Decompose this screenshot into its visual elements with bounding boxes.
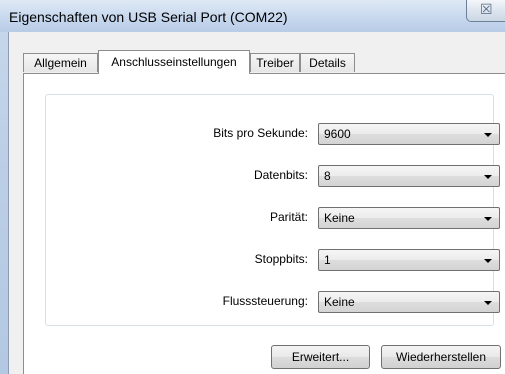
chevron-down-icon (484, 133, 492, 137)
close-icon: ☒ (480, 1, 493, 17)
flow-control-label: Flusssteuerung: (222, 294, 308, 308)
chevron-down-icon (484, 217, 492, 221)
title-bar[interactable]: Eigenschaften von USB Serial Port (COM22… (0, 0, 505, 32)
chevron-down-icon (484, 301, 492, 305)
restore-defaults-button[interactable]: Wiederherstellen (381, 345, 501, 369)
properties-window: Eigenschaften von USB Serial Port (COM22… (0, 0, 505, 374)
data-bits-label: Datenbits: (253, 168, 308, 182)
data-bits-value: 8 (324, 169, 331, 183)
parity-select[interactable]: Keine (318, 207, 500, 229)
port-settings-group: Bits pro Sekunde: 9600 Datenbits: 8 Pari… (45, 94, 500, 326)
stop-bits-value: 1 (324, 253, 331, 267)
chevron-down-icon (484, 259, 492, 263)
flow-control-select[interactable]: Keine (318, 291, 500, 313)
parity-label: Parität: (269, 210, 308, 224)
stop-bits-select[interactable]: 1 (318, 249, 500, 271)
advanced-button[interactable]: Erweitert... (271, 345, 370, 369)
chevron-down-icon (484, 175, 492, 179)
flow-control-value: Keine (324, 295, 355, 309)
window-title: Eigenschaften von USB Serial Port (COM22… (9, 9, 288, 25)
baud-rate-value: 9600 (324, 127, 351, 141)
stop-bits-label: Stoppbits: (254, 252, 308, 266)
tab-details[interactable]: Details (300, 53, 355, 72)
baud-rate-select[interactable]: 9600 (318, 123, 500, 145)
baud-rate-label: Bits pro Sekunde: (213, 126, 308, 140)
tab-anschlusseinstellungen[interactable]: Anschlusseinstellungen (98, 50, 250, 74)
parity-value: Keine (324, 211, 355, 225)
dialog-body: Allgemein Anschlusseinstellungen Treiber… (8, 32, 505, 374)
tab-allgemein[interactable]: Allgemein (23, 53, 98, 72)
tab-treiber[interactable]: Treiber (250, 53, 300, 72)
data-bits-select[interactable]: 8 (318, 165, 500, 187)
port-settings-panel: Bits pro Sekunde: 9600 Datenbits: 8 Pari… (23, 73, 505, 374)
close-button[interactable]: ☒ (466, 0, 505, 22)
